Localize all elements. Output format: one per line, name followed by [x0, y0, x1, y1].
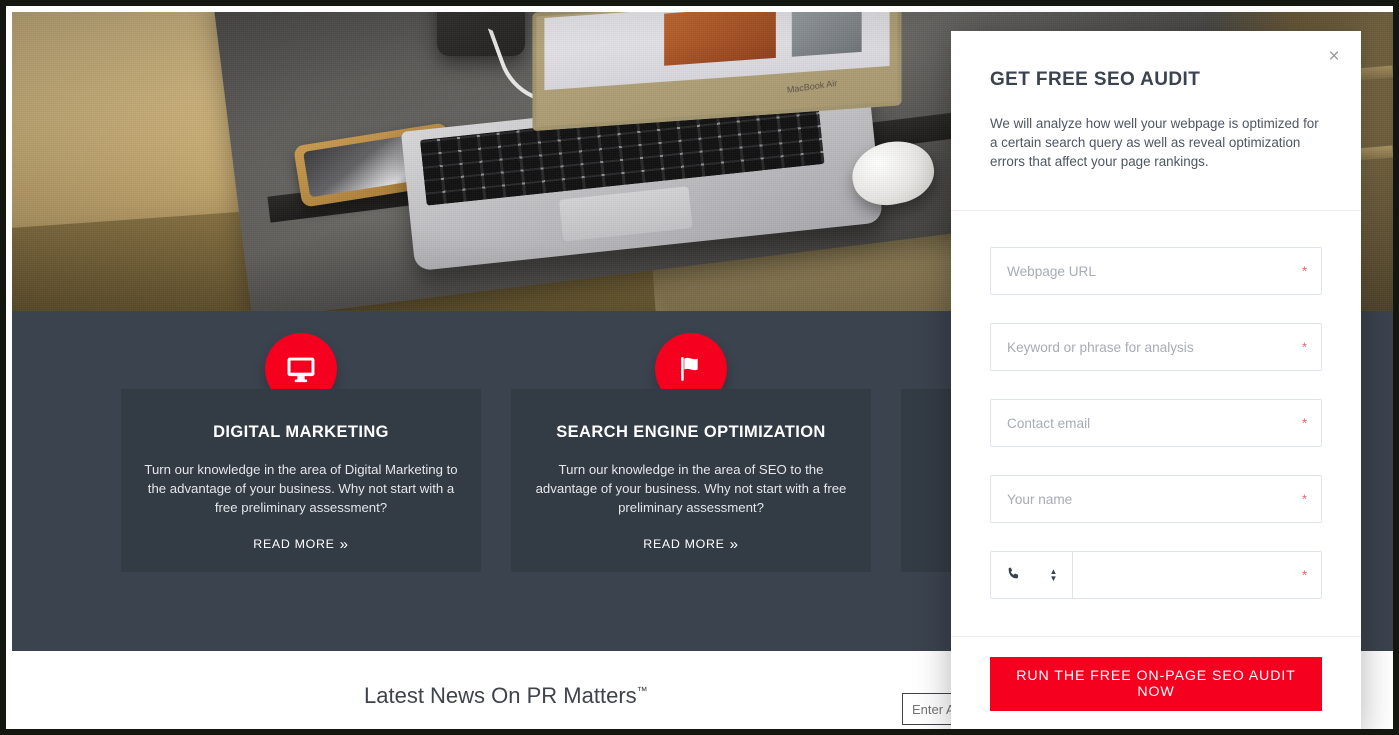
phone-field[interactable]: ▲ ▼ * [990, 551, 1339, 600]
country-code-selector[interactable]: ▲ ▼ [991, 552, 1073, 598]
phone-number-input[interactable] [1073, 552, 1339, 600]
webpage-url-field[interactable]: * [990, 247, 1322, 295]
chevron-down-icon: ▼ [1049, 574, 1058, 583]
keyword-input[interactable] [991, 338, 1321, 356]
required-marker: * [1301, 567, 1307, 583]
contact-email-field[interactable]: * [990, 399, 1322, 447]
chevron-right-icon: » [339, 535, 349, 553]
keyword-field[interactable]: * [990, 323, 1322, 371]
service-card-title: DIGITAL MARKETING [213, 423, 389, 441]
stepper-arrows-icon[interactable]: ▲ ▼ [1049, 568, 1058, 583]
your-name-input[interactable] [991, 490, 1321, 508]
service-card[interactable]: SEARCH ENGINE OPTIMIZATION Turn our know… [511, 389, 871, 572]
service-card-title: SEARCH ENGINE OPTIMIZATION [556, 423, 826, 441]
modal-header: × GET FREE SEO AUDIT We will analyze how… [951, 31, 1361, 211]
trademark-symbol: ™ [636, 685, 648, 698]
required-marker: * [1301, 339, 1307, 355]
news-heading-text: Latest News On PR Matters [364, 683, 637, 708]
modal-title: GET FREE SEO AUDIT [990, 69, 1201, 90]
service-card[interactable]: DIGITAL MARKETING Turn our knowledge in … [121, 389, 481, 572]
run-audit-button[interactable]: RUN THE FREE ON-PAGE SEO AUDIT NOW [990, 657, 1322, 711]
modal-subtitle: We will analyze how well your webpage is… [990, 116, 1319, 170]
read-more-label: READ MORE [643, 537, 725, 551]
webpage: MacBook Air [6, 6, 1393, 729]
read-more-link[interactable]: READ MORE » [643, 536, 738, 553]
modal-footer: RUN THE FREE ON-PAGE SEO AUDIT NOW [951, 636, 1361, 711]
read-more-link[interactable]: READ MORE » [253, 536, 348, 553]
seo-audit-modal: × GET FREE SEO AUDIT We will analyze how… [951, 31, 1361, 729]
close-icon[interactable]: × [1321, 43, 1347, 69]
chevron-right-icon: » [729, 535, 739, 553]
required-marker: * [1301, 415, 1307, 431]
required-marker: * [1301, 263, 1307, 279]
contact-email-input[interactable] [991, 414, 1321, 432]
service-card-text: Turn our knowledge in the area of Digita… [144, 462, 458, 515]
webpage-url-input[interactable] [991, 262, 1321, 280]
phone-handset-icon [1006, 566, 1021, 584]
required-marker: * [1301, 491, 1307, 507]
browser-viewport: MacBook Air [0, 0, 1399, 735]
service-card-text: Turn our knowledge in the area of SEO to… [535, 462, 847, 515]
your-name-field[interactable]: * [990, 475, 1322, 523]
read-more-label: READ MORE [253, 537, 335, 551]
modal-form: * * * * [951, 211, 1361, 636]
news-heading: Latest News On PR Matters™ [364, 683, 648, 709]
